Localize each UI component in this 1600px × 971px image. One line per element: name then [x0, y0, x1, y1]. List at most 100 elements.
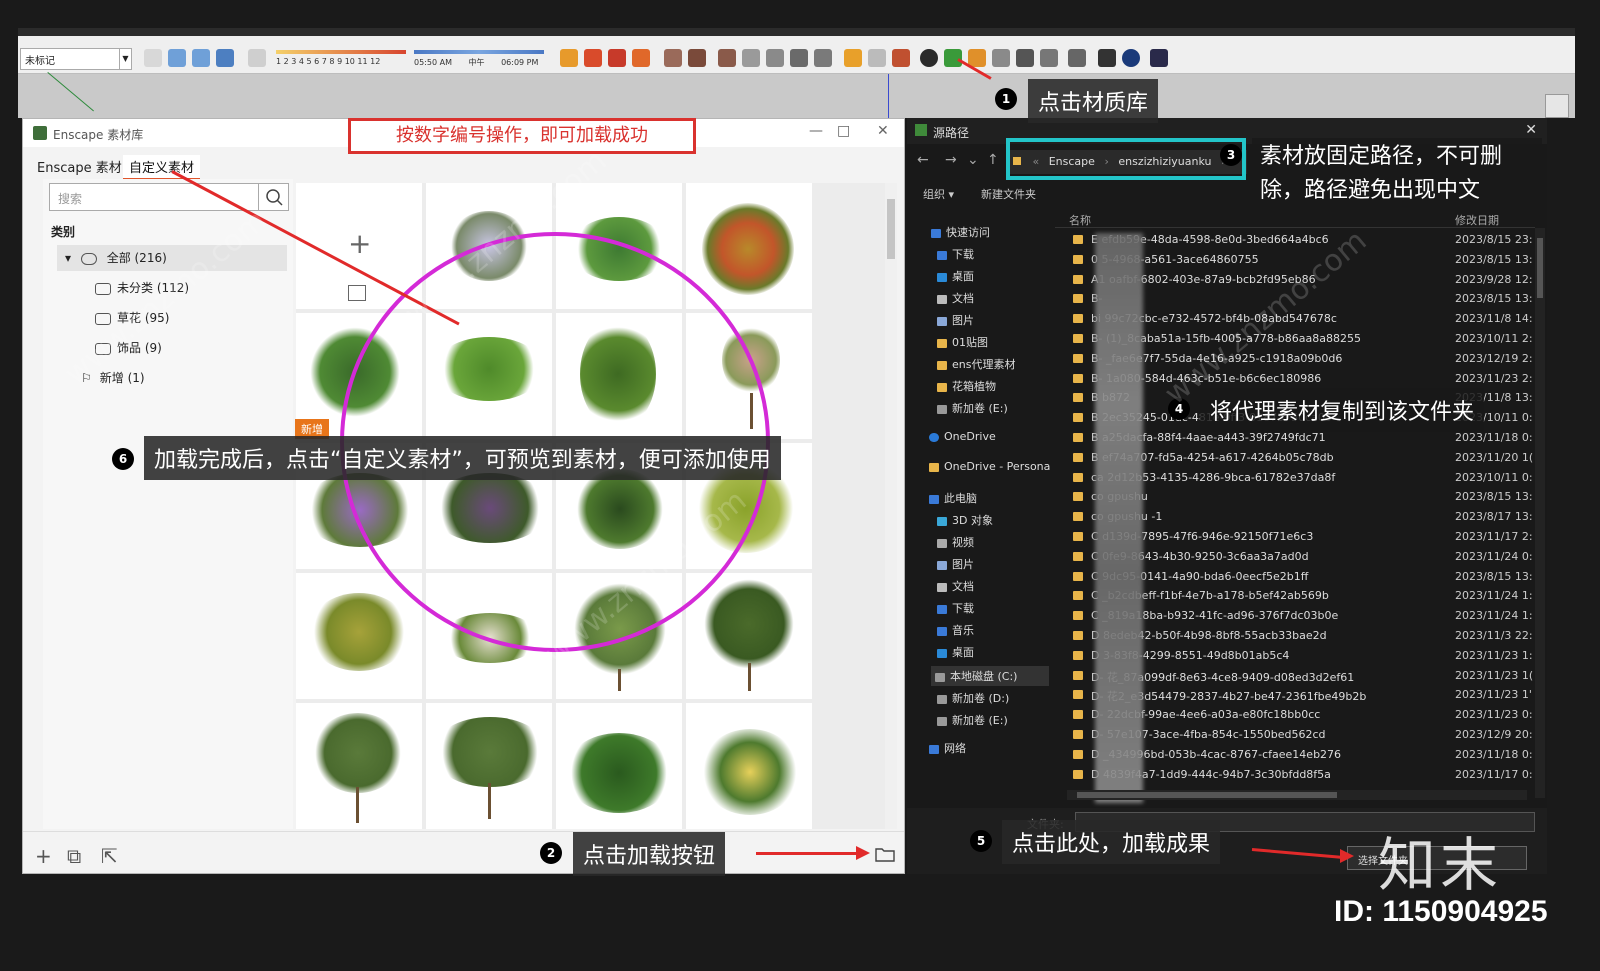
sidebar-item-pictures[interactable]: 图片 [937, 312, 974, 328]
sidebar-item-onedrive[interactable]: OneDrive [929, 430, 996, 443]
sidebar-item-desktop-2[interactable]: 桌面 [937, 644, 974, 660]
search-input[interactable]: 搜索 [49, 183, 289, 211]
refresh-icon[interactable] [868, 49, 886, 67]
info-icon[interactable] [1122, 49, 1140, 67]
tool-c-icon[interactable] [718, 49, 736, 67]
minimize-icon[interactable]: — [809, 123, 823, 139]
enscape-views-icon[interactable] [608, 49, 626, 67]
tool-g-icon[interactable] [814, 49, 832, 67]
view-top-icon[interactable] [192, 49, 210, 67]
add-circle-icon[interactable] [920, 49, 938, 67]
gear-icon[interactable] [1068, 49, 1086, 67]
maximize-icon[interactable]: □ [837, 123, 850, 139]
sidebar-item-documents[interactable]: 文档 [937, 290, 974, 306]
scroll-thumb[interactable] [1537, 238, 1543, 298]
export-icon[interactable]: ⇱ [101, 844, 118, 868]
view-front-icon[interactable] [216, 49, 234, 67]
sidebar-item-local-c[interactable]: 本地磁盘 (C:) [931, 666, 1049, 686]
add-icon[interactable]: + [35, 844, 52, 868]
asset-tile[interactable] [556, 703, 682, 829]
move-icon[interactable] [144, 49, 162, 67]
sidebar-item-network[interactable]: 网络 [929, 740, 966, 756]
sidebar-item-videos[interactable]: 视频 [937, 534, 974, 550]
category-uncategorized[interactable]: 未分类 (112) [95, 279, 189, 296]
model-viewport[interactable] [18, 72, 1575, 118]
drive-icon [937, 694, 947, 704]
file-date: 2023/11/24 0: [1455, 549, 1533, 563]
category-new[interactable]: ⚐ 新增 (1) [81, 369, 145, 386]
sidebar-item-pictures-2[interactable]: 图片 [937, 556, 974, 572]
grid-scrollbar[interactable] [885, 183, 897, 829]
asset-tile[interactable] [686, 703, 812, 829]
folder-icon [1073, 373, 1083, 383]
tab-enscape-assets[interactable]: Enscape 素材 [31, 155, 128, 178]
enscape-sync-icon[interactable] [584, 49, 602, 67]
batch-icon[interactable] [892, 49, 910, 67]
enscape-settings-icon[interactable] [632, 49, 650, 67]
duplicate-icon[interactable]: ⧉ [67, 844, 81, 868]
asset-tile[interactable] [296, 573, 422, 699]
sidebar-item-drive-e-2[interactable]: 新加卷 (E:) [937, 712, 1008, 728]
month-slider[interactable]: 1 2 3 4 5 6 7 8 9 10 11 12 [276, 50, 406, 66]
tool-b-icon[interactable] [688, 49, 706, 67]
enscape-render-icon[interactable] [560, 49, 578, 67]
asset-tile[interactable] [686, 183, 812, 309]
sidebar-item-drive-d[interactable]: 新加卷 (D:) [937, 690, 1009, 706]
user-icon[interactable] [1150, 49, 1168, 67]
file-date: 2023/11/23 2: [1455, 371, 1533, 385]
organize-menu[interactable]: 组织 ▾ [923, 186, 954, 202]
list-scrollbar[interactable] [1535, 228, 1545, 798]
folder-load-icon[interactable] [875, 844, 895, 868]
sidebar-item-planter[interactable]: 花箱植物 [937, 378, 996, 394]
category-all[interactable]: ▾ 全部 (216) [57, 245, 287, 271]
expand-arrow-icon[interactable]: ▾ [65, 251, 71, 265]
sidebar-item-drive-e[interactable]: 新加卷 (E:) [937, 400, 1008, 416]
tool-e-icon[interactable] [766, 49, 784, 67]
mail-icon[interactable] [1098, 49, 1116, 67]
view-iso-icon[interactable] [168, 49, 186, 67]
asset-tile[interactable] [426, 703, 552, 829]
sidebar-item-desktop[interactable]: 桌面 [937, 268, 974, 284]
sidebar-item-onedrive-personal[interactable]: OneDrive - Persona [929, 460, 1050, 473]
scroll-thumb[interactable] [1077, 792, 1337, 798]
sidebar-item-documents-2[interactable]: 文档 [937, 578, 974, 594]
chevron-down-icon[interactable]: ⌄ [967, 152, 979, 168]
up-arrow-icon[interactable]: ↑ [987, 152, 999, 168]
side-panel-button[interactable] [1545, 94, 1569, 118]
close-icon[interactable]: ✕ [1525, 122, 1537, 138]
sidebar-item-downloads[interactable]: 下载 [937, 246, 974, 262]
forward-arrow-icon[interactable]: → [945, 152, 957, 168]
sidebar-item-ens-proxy[interactable]: ens代理素材 [937, 356, 1015, 372]
arrow-head [1340, 849, 1354, 863]
tool-d-icon[interactable] [742, 49, 760, 67]
new-folder-button[interactable]: 新建文件夹 [981, 186, 1036, 202]
tab-custom-assets[interactable]: 自定义素材 [123, 155, 201, 180]
back-arrow-icon[interactable]: ← [917, 152, 929, 168]
asset-tile[interactable] [296, 703, 422, 829]
close-icon[interactable]: ✕ [877, 123, 889, 139]
shadow-icon[interactable] [248, 49, 266, 67]
column-name[interactable]: 名称 [1069, 212, 1091, 228]
cloud-icon[interactable] [992, 49, 1010, 67]
category-decor[interactable]: 饰品 (9) [95, 339, 162, 356]
tool-f-icon[interactable] [790, 49, 808, 67]
sidebar-item-01-textures[interactable]: 01贴图 [937, 334, 988, 350]
sidebar-item-this-pc[interactable]: 此电脑 [929, 490, 977, 506]
horizontal-scrollbar[interactable] [1067, 790, 1527, 800]
sidebar-item-3d-objects[interactable]: 3D 对象 [937, 512, 993, 528]
sidebar-item-downloads-2[interactable]: 下载 [937, 600, 974, 616]
time-slider[interactable]: 05:50 AM 中午 06:09 PM [414, 50, 544, 68]
search-icon[interactable] [258, 184, 288, 210]
scroll-thumb[interactable] [887, 199, 895, 259]
column-date[interactable]: 修改日期 [1455, 212, 1499, 228]
category-flowers[interactable]: 草花 (95) [95, 309, 169, 326]
checker-icon[interactable] [1016, 49, 1034, 67]
sidebar-item-quick-access[interactable]: 快速访问 [931, 224, 990, 240]
capture-icon[interactable] [844, 49, 862, 67]
capsule-icon[interactable] [1040, 49, 1058, 67]
sidebar-item-music[interactable]: 音乐 [937, 622, 974, 638]
layer-dropdown[interactable]: 未标记 ▼ [20, 48, 132, 70]
sidebar-label: 快速访问 [946, 226, 990, 239]
file-date: 2023/11/20 1( [1455, 450, 1534, 464]
tool-a-icon[interactable] [664, 49, 682, 67]
